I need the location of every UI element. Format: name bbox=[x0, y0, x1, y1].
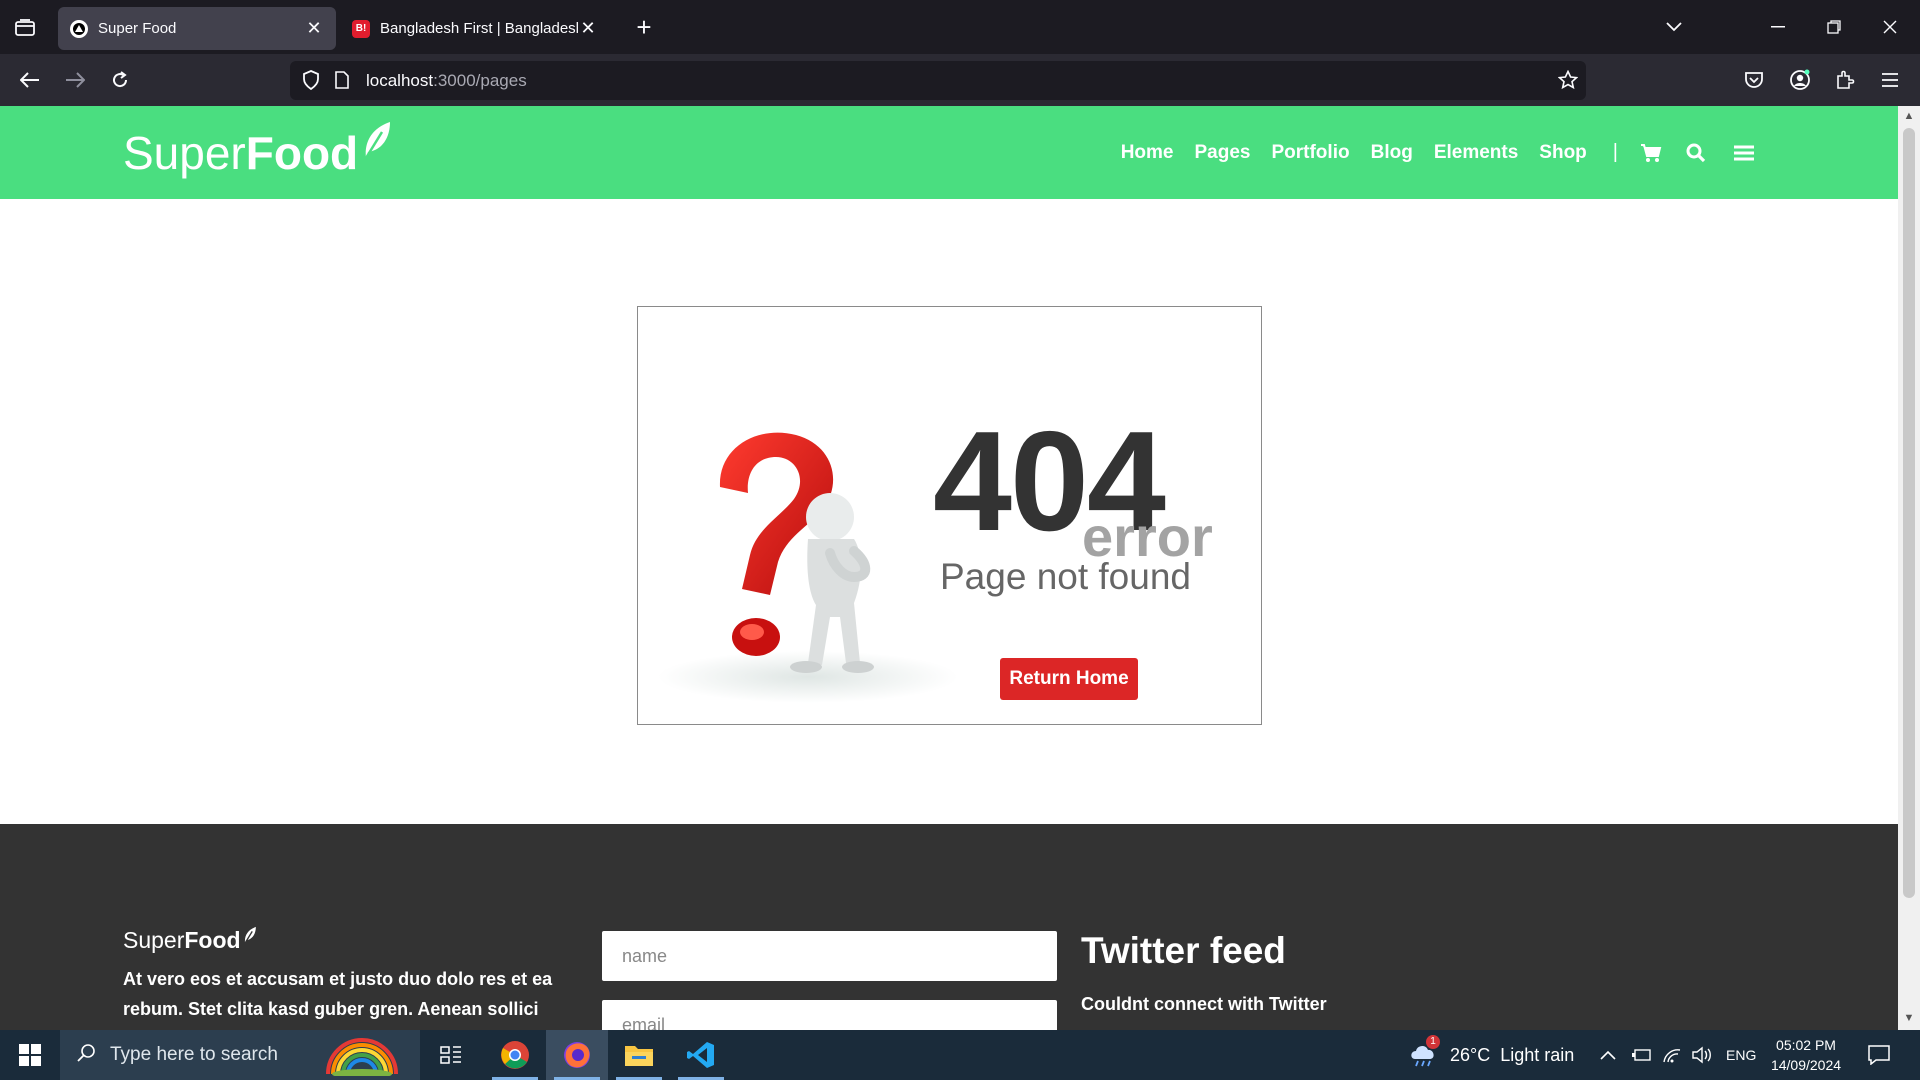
file-explorer-app-icon[interactable] bbox=[608, 1030, 670, 1080]
scroll-down-arrow-icon[interactable]: ▼ bbox=[1902, 1012, 1916, 1026]
firefox-app-icon[interactable] bbox=[546, 1030, 608, 1080]
close-window-button[interactable] bbox=[1870, 12, 1910, 42]
volume-icon[interactable] bbox=[1692, 1030, 1714, 1080]
close-tab-icon[interactable]: ✕ bbox=[578, 18, 598, 39]
taskbar-clock[interactable]: 05:02 PM 14/09/2024 bbox=[1766, 1035, 1846, 1075]
address-bar[interactable]: localhost:3000/pages bbox=[290, 61, 1586, 100]
tab-title: Super Food bbox=[98, 20, 177, 37]
footer-logo-food: Food bbox=[184, 927, 241, 953]
tab-title: Bangladesh First | Bangladeshi N bbox=[380, 20, 578, 37]
tab-list-icon[interactable] bbox=[8, 12, 42, 44]
footer-about-text: At vero eos et accusam et justo duo dolo… bbox=[123, 969, 553, 1019]
forward-arrow-icon[interactable] bbox=[57, 62, 93, 98]
return-home-button[interactable]: Return Home bbox=[1000, 658, 1138, 700]
clock-time: 05:02 PM bbox=[1776, 1037, 1836, 1053]
nav-shop[interactable]: Shop bbox=[1539, 142, 1587, 164]
cart-icon[interactable] bbox=[1640, 143, 1662, 163]
leaf-icon bbox=[362, 117, 392, 171]
weather-widget[interactable]: 1 26°C Light rain bbox=[1408, 1030, 1574, 1080]
name-field[interactable]: name bbox=[602, 931, 1057, 981]
network-wifi-icon[interactable] bbox=[1662, 1030, 1682, 1080]
notifications-icon[interactable] bbox=[1868, 1030, 1890, 1080]
weather-text: 26°C Light rain bbox=[1450, 1044, 1575, 1065]
account-icon[interactable] bbox=[1782, 62, 1818, 98]
twitter-feed-heading: Twitter feed bbox=[1081, 930, 1286, 971]
nav-portfolio[interactable]: Portfolio bbox=[1271, 142, 1349, 164]
app-menu-icon[interactable] bbox=[1872, 62, 1908, 98]
page-info-icon[interactable] bbox=[335, 71, 349, 94]
tab-overflow-chevron-icon[interactable] bbox=[1654, 12, 1694, 42]
vscode-app-icon[interactable] bbox=[670, 1030, 732, 1080]
rainbow-search-highlight-icon bbox=[320, 1036, 404, 1081]
question-mark-figure-illustration bbox=[658, 427, 958, 707]
scrollbar-thumb[interactable] bbox=[1903, 128, 1915, 898]
email-field[interactable]: email bbox=[602, 1000, 1057, 1030]
browser-navbar: localhost:3000/pages bbox=[0, 54, 1920, 106]
search-icon bbox=[76, 1043, 96, 1068]
site-header: Super Food Home Pages Portfolio Blog Elem… bbox=[0, 106, 1898, 199]
nav-elements[interactable]: Elements bbox=[1434, 142, 1518, 164]
windows-taskbar: Type here to search 1 26°C Light rain EN… bbox=[0, 1030, 1920, 1080]
extensions-icon[interactable] bbox=[1827, 62, 1863, 98]
windows-start-icon[interactable] bbox=[0, 1030, 60, 1080]
scroll-up-arrow-icon[interactable]: ▲ bbox=[1902, 110, 1916, 124]
page-scrollbar[interactable]: ▲ ▼ bbox=[1898, 106, 1920, 1030]
reload-icon[interactable] bbox=[102, 62, 138, 98]
minimize-window-button[interactable] bbox=[1758, 12, 1798, 42]
error-card: 404 error Page not found Return Home bbox=[637, 306, 1262, 725]
nav-pages[interactable]: Pages bbox=[1195, 142, 1251, 164]
error-message: Page not found bbox=[940, 556, 1191, 597]
twitter-error-message: Couldnt connect with Twitter bbox=[1081, 994, 1327, 1014]
shield-icon[interactable] bbox=[302, 70, 320, 95]
tab-bangladesh-first[interactable]: B! Bangladesh First | Bangladeshi N ✕ bbox=[340, 7, 610, 50]
url-host: localhost bbox=[366, 71, 434, 90]
restore-window-button[interactable] bbox=[1814, 12, 1854, 42]
leaf-icon bbox=[243, 923, 257, 950]
site-nav: Home Pages Portfolio Blog Elements Shop … bbox=[1100, 106, 1754, 199]
logo-text-super: Super bbox=[123, 127, 246, 179]
battery-icon[interactable] bbox=[1632, 1030, 1652, 1080]
chrome-app-icon[interactable] bbox=[484, 1030, 546, 1080]
language-indicator[interactable]: ENG bbox=[1726, 1030, 1756, 1080]
task-view-icon[interactable] bbox=[420, 1030, 482, 1080]
nav-blog[interactable]: Blog bbox=[1371, 142, 1413, 164]
hamburger-menu-icon[interactable] bbox=[1734, 145, 1754, 161]
taskbar-search-placeholder: Type here to search bbox=[110, 1044, 278, 1065]
footer-logo[interactable]: Super Food bbox=[123, 926, 257, 954]
close-tab-icon[interactable]: ✕ bbox=[304, 18, 324, 39]
weather-badge: 1 bbox=[1426, 1034, 1440, 1049]
new-tab-button[interactable]: + bbox=[628, 12, 660, 44]
pocket-icon[interactable] bbox=[1736, 62, 1772, 98]
url-path: :3000/pages bbox=[433, 71, 527, 90]
back-arrow-icon[interactable] bbox=[12, 62, 48, 98]
rain-cloud-icon: 1 bbox=[1408, 1034, 1440, 1072]
browser-tabbar: Super Food ✕ B! Bangladesh First | Bangl… bbox=[0, 0, 1920, 54]
tab-super-food[interactable]: Super Food ✕ bbox=[58, 7, 336, 50]
nav-separator: | bbox=[1612, 141, 1618, 163]
web-page: Super Food Home Pages Portfolio Blog Elem… bbox=[0, 106, 1898, 1030]
clock-date: 14/09/2024 bbox=[1770, 1057, 1842, 1073]
bangladesh-first-favicon-icon: B! bbox=[352, 19, 370, 38]
bookmark-star-icon[interactable] bbox=[1557, 69, 1579, 95]
nav-home[interactable]: Home bbox=[1121, 142, 1174, 164]
taskbar-search-box[interactable]: Type here to search bbox=[60, 1030, 420, 1080]
show-hidden-icons-chevron-icon[interactable] bbox=[1600, 1030, 1616, 1080]
footer-logo-super: Super bbox=[123, 927, 185, 953]
logo-text-food: Food bbox=[245, 127, 359, 179]
site-footer: Super Food At vero eos et accusam et just… bbox=[0, 824, 1898, 1030]
nextjs-favicon-icon bbox=[70, 19, 88, 38]
search-icon[interactable] bbox=[1686, 143, 1706, 163]
url-text[interactable]: localhost:3000/pages bbox=[366, 71, 527, 91]
site-logo[interactable]: Super Food bbox=[123, 122, 392, 180]
